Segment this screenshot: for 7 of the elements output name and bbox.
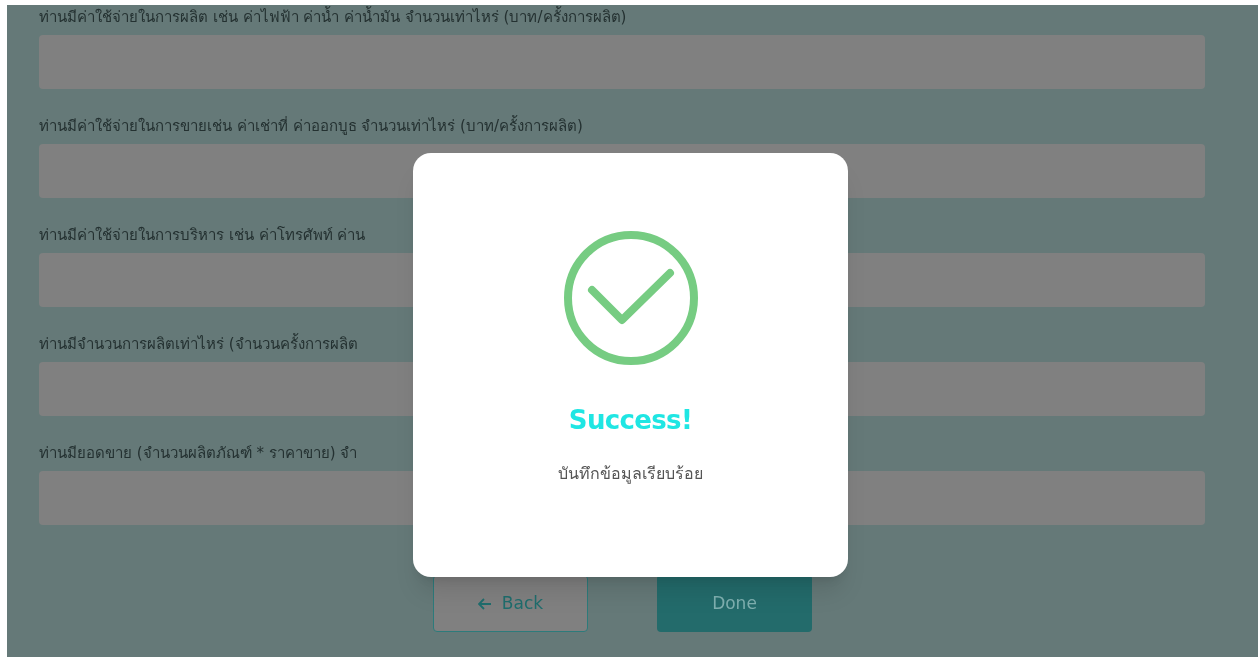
field-label: ท่านมีจำนวนการผลิตเท่าไหร่ (จำนวนครั้งการผลิต xyxy=(39,334,359,354)
field-label: ท่านมีค่าใช้จ่ายในการบริหาร เช่น ค่าโทรศัพท์ ค่าน xyxy=(39,225,367,245)
dialog-title: Success! xyxy=(568,404,693,436)
field-label: ท่านมียอดขาย (จำนวนผลิตภัณฑ์ * ราคาขาย) จำ xyxy=(39,443,359,463)
dialog-message: บันทึกข้อมูลเรียบร้อย xyxy=(558,463,703,486)
field-label: ท่านมีค่าใช้จ่ายในการขายเช่น ค่าเช่าที่ ค่าออกบูธ จำนวนเท่าไหร่ (บาท/ครั้งการผลิต) xyxy=(39,116,584,136)
field-label: ท่านมีค่าใช้จ่ายในการผลิต เช่น ค่าไฟฟ้า ค่าน้ำ ค่าน้ำมัน จำนวนเท่าไหร่ (บาท/ครั้งการผลิต) xyxy=(39,7,628,27)
